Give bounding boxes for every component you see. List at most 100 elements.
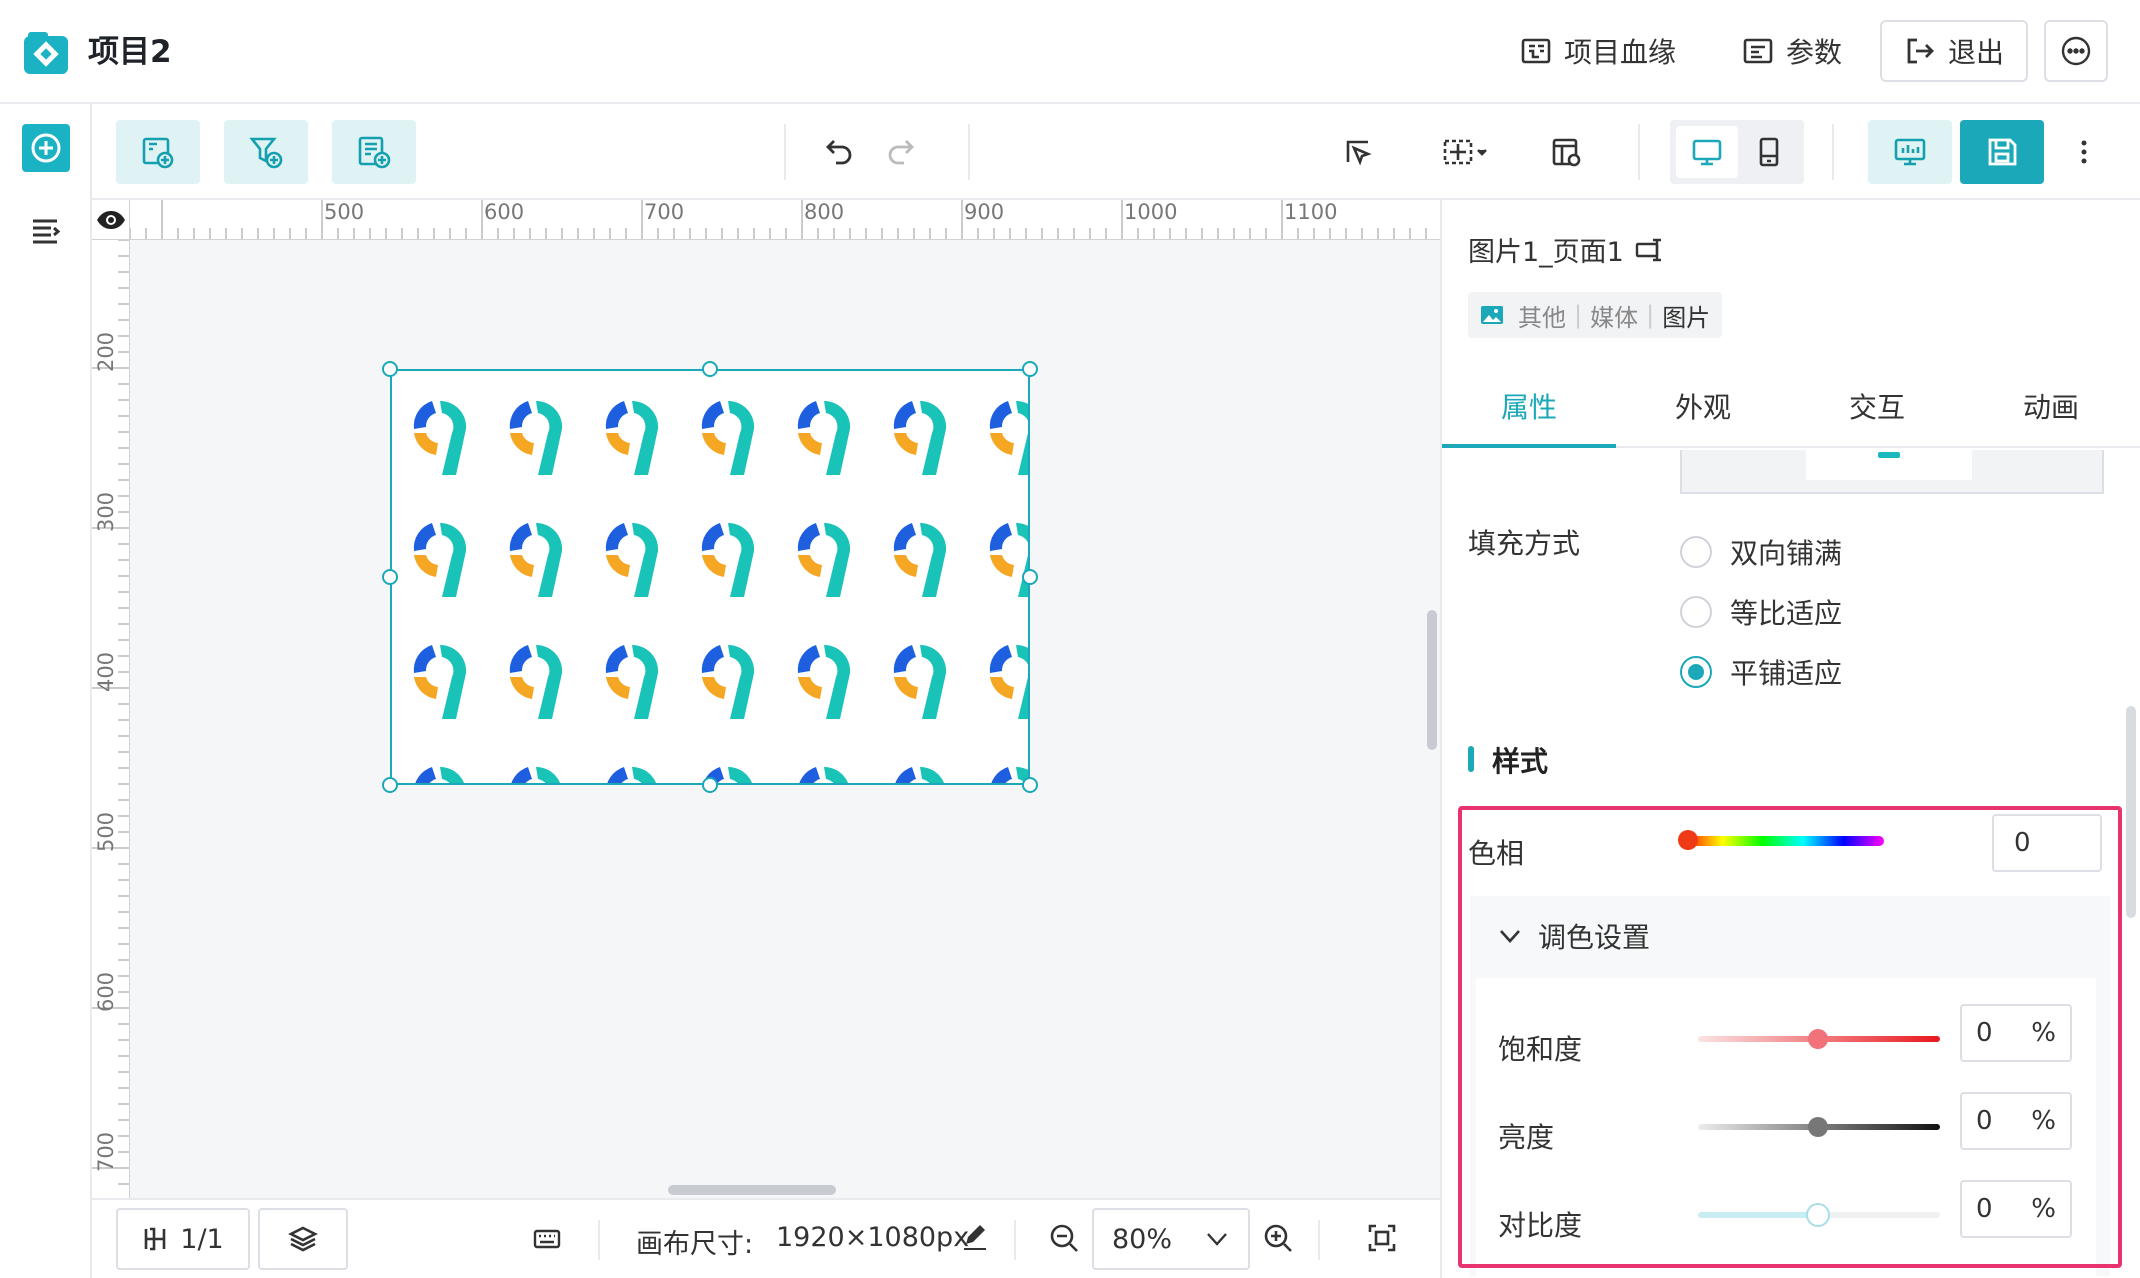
editor-toolbar: [92, 104, 2140, 200]
more-dots-icon: [2060, 35, 2092, 67]
component-name-text: 图片1_页面1: [1468, 237, 1624, 268]
radio-circle[interactable]: [1680, 596, 1712, 628]
page-settings-button[interactable]: [1542, 128, 1590, 176]
image-preview[interactable]: [1680, 450, 2104, 494]
toolbar-divider: [1832, 124, 1834, 180]
ruler-label: 700: [94, 1131, 119, 1173]
ruler-label: 600: [94, 971, 119, 1013]
toolbar-divider: [968, 124, 970, 180]
radio-circle[interactable]: [1680, 536, 1712, 568]
select-tool-button[interactable]: [1334, 128, 1382, 176]
tab-properties[interactable]: 属性: [1442, 364, 1616, 448]
resize-handle-bottom-left[interactable]: [382, 777, 398, 793]
vertical-ruler[interactable]: 200 300 400 500 600 700: [92, 240, 130, 1198]
lineage-icon: [1520, 35, 1552, 67]
params-button[interactable]: 参数: [1742, 20, 1842, 82]
canvas-horizontal-scrollbar[interactable]: [668, 1185, 836, 1195]
breadcrumb-item[interactable]: 图片: [1662, 298, 1710, 333]
fill-option-label: 等比适应: [1730, 597, 1843, 630]
ruler-corner[interactable]: [92, 200, 130, 240]
add-page-button[interactable]: [116, 120, 200, 184]
image-type-icon: [1480, 303, 1504, 327]
tiled-logo-image: [413, 400, 1028, 783]
edit-canvas-size-button[interactable]: [960, 1222, 990, 1252]
zoom-out-button[interactable]: [1048, 1222, 1080, 1254]
canvas-vertical-scrollbar[interactable]: [1427, 610, 1437, 750]
resize-handle-top-left[interactable]: [382, 361, 398, 377]
resize-handle-left[interactable]: [382, 569, 398, 585]
tab-appearance[interactable]: 外观: [1616, 364, 1790, 448]
toolbar-more-button[interactable]: [2060, 128, 2108, 176]
breadcrumb-separator: |: [1574, 301, 1583, 329]
resize-handle-right[interactable]: [1022, 569, 1038, 585]
zoom-in-button[interactable]: [1262, 1222, 1294, 1254]
breadcrumb-item[interactable]: 其他: [1518, 298, 1566, 333]
add-component-button[interactable]: [22, 124, 70, 172]
fill-option-tile[interactable]: 平铺适应: [1680, 652, 1842, 692]
fill-option-stretch[interactable]: 双向铺满: [1680, 532, 1842, 572]
canvas-area[interactable]: 500 600 700 800 900 1000 1100 1200 200 3…: [92, 200, 1440, 1198]
fill-option-label: 双向铺满: [1730, 537, 1843, 570]
page-settings-icon: [1550, 136, 1582, 168]
resize-handle-bottom[interactable]: [702, 777, 718, 793]
fit-screen-button[interactable]: [1366, 1222, 1398, 1254]
params-icon: [1742, 35, 1774, 67]
radio-circle-checked[interactable]: [1680, 656, 1712, 688]
desktop-view-button[interactable]: [1676, 126, 1738, 178]
ruler-label: 700: [644, 200, 685, 224]
ruler-label: 1100: [1284, 200, 1338, 224]
exit-button[interactable]: 退出: [1880, 20, 2028, 82]
fit-screen-icon: [1366, 1222, 1398, 1254]
app-logo-icon: [24, 32, 68, 74]
ruler-label: 800: [804, 200, 845, 224]
property-panel: 图片1_页面1 其他 | 媒体 | 图片 属性 外观 交互 动画 填充方式 双向…: [1440, 200, 2140, 1278]
rename-icon[interactable]: [1634, 235, 1664, 265]
more-options-button[interactable]: [2044, 20, 2108, 82]
ruler-label: 400: [94, 651, 119, 693]
resize-handle-bottom-right[interactable]: [1022, 777, 1038, 793]
resize-handle-top[interactable]: [702, 361, 718, 377]
tab-animation[interactable]: 动画: [1964, 364, 2138, 448]
component-type-breadcrumb: 其他 | 媒体 | 图片: [1468, 292, 1723, 338]
eye-visibility-icon[interactable]: [92, 200, 130, 240]
add-dataset-button[interactable]: [332, 120, 416, 184]
image-component[interactable]: [390, 369, 1030, 785]
device-toggle-group: [1670, 120, 1804, 184]
preview-button[interactable]: [1868, 120, 1952, 184]
project-lineage-button[interactable]: 项目血缘: [1520, 20, 1676, 82]
zoom-in-icon: [1262, 1222, 1294, 1254]
mobile-view-button[interactable]: [1740, 126, 1798, 178]
select-cursor-icon: [1342, 136, 1374, 168]
add-filter-button[interactable]: [224, 120, 308, 184]
align-grid-icon: [1442, 136, 1494, 168]
style-settings-highlight: [1458, 806, 2122, 1268]
add-dataset-icon: [357, 135, 391, 169]
undo-icon: [824, 136, 856, 168]
app-window: 项目2 项目血缘 参数 退出 500 600 700 800 900 1000 …: [0, 0, 2140, 1278]
pages-icon: [142, 1226, 168, 1252]
toolbar-divider: [784, 124, 786, 180]
fill-option-contain[interactable]: 等比适应: [1680, 592, 1842, 632]
undo-button[interactable]: [816, 128, 864, 176]
horizontal-ruler[interactable]: 500 600 700 800 900 1000 1100 1200: [130, 200, 1440, 240]
ruler-label: 200: [94, 331, 119, 373]
edit-pen-icon: [960, 1222, 990, 1252]
zoom-out-icon: [1048, 1222, 1080, 1254]
section-accent-bar: [1468, 746, 1474, 772]
keyboard-shortcuts-button[interactable]: [532, 1224, 562, 1254]
page-count-button[interactable]: 1/1: [116, 1208, 250, 1270]
layers-button[interactable]: [258, 1208, 348, 1270]
tab-interaction[interactable]: 交互: [1790, 364, 1964, 448]
ruler-label: 300: [94, 491, 119, 533]
project-lineage-label: 项目血缘: [1564, 36, 1677, 69]
align-dropdown-button[interactable]: [1434, 128, 1502, 176]
desktop-monitor-icon: [1691, 136, 1723, 168]
fill-option-label: 平铺适应: [1730, 657, 1843, 690]
save-button[interactable]: [1960, 120, 2044, 184]
outline-list-icon[interactable]: [30, 214, 62, 246]
panel-scrollbar[interactable]: [2126, 706, 2136, 918]
zoom-select[interactable]: 80%: [1092, 1208, 1250, 1270]
breadcrumb-item[interactable]: 媒体: [1590, 298, 1638, 333]
redo-button[interactable]: [876, 128, 924, 176]
resize-handle-top-right[interactable]: [1022, 361, 1038, 377]
